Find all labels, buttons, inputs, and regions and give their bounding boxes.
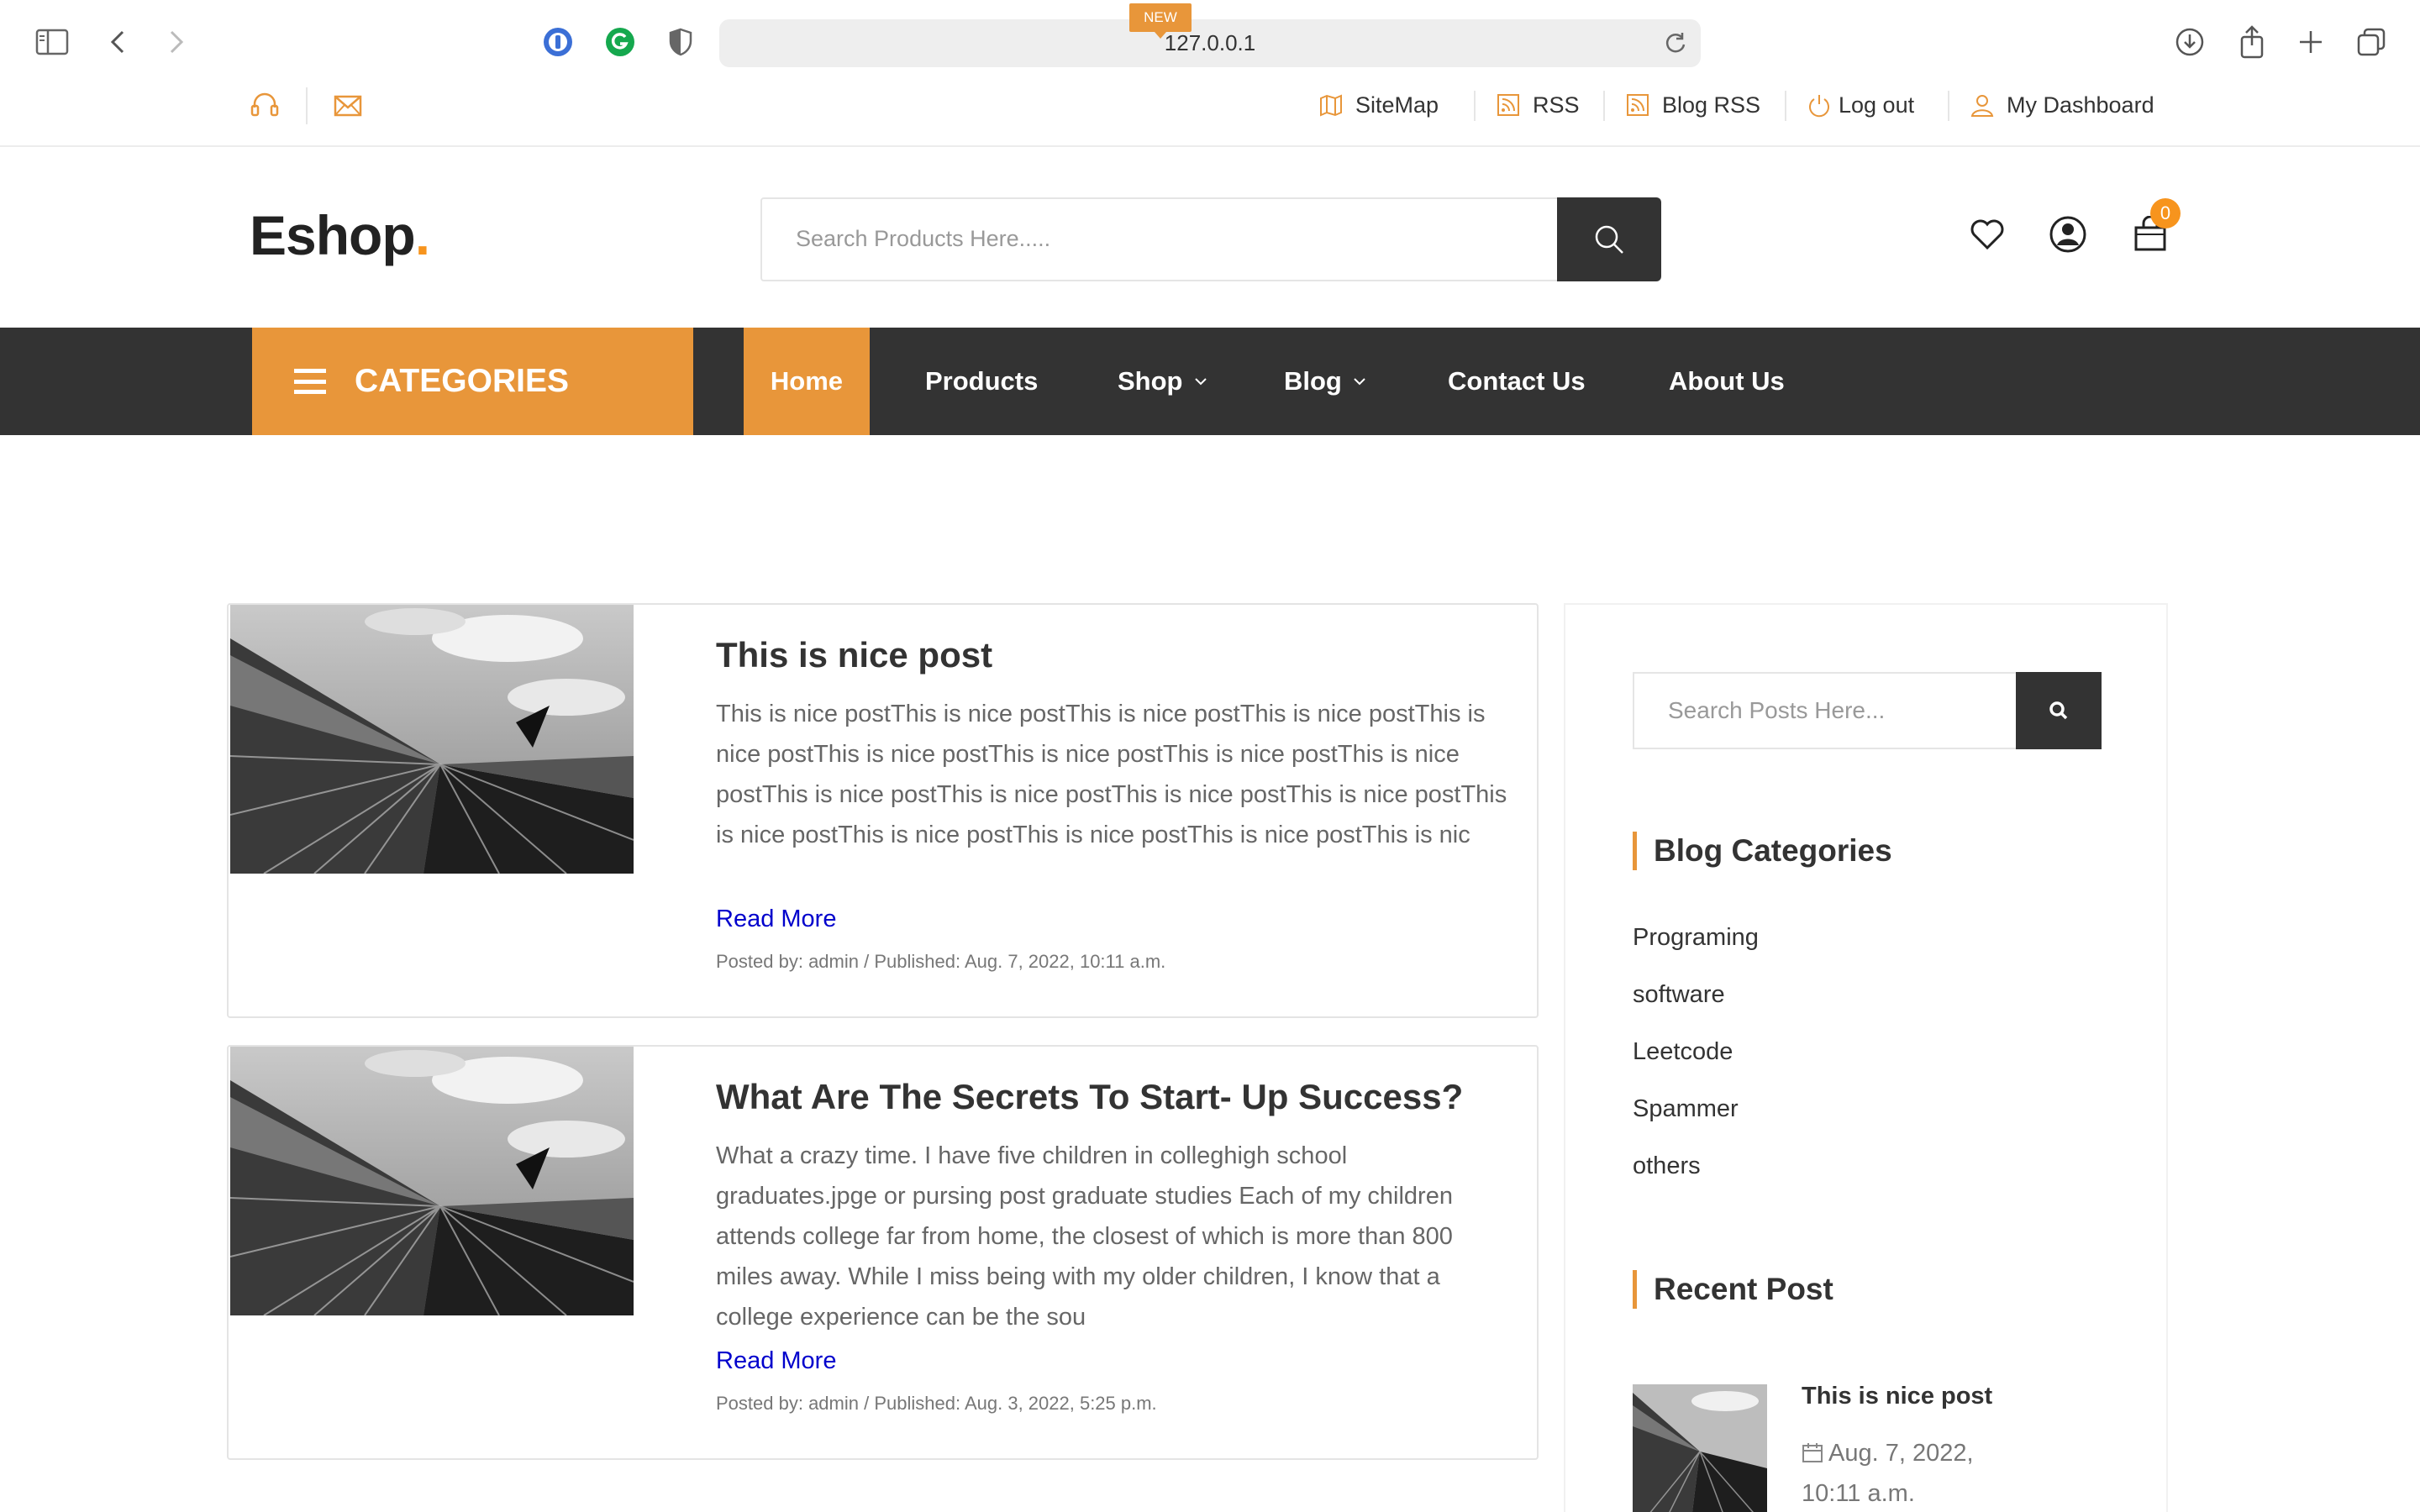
password-manager-icon[interactable] [538, 22, 578, 62]
tab-overview-icon[interactable] [2351, 22, 2391, 62]
new-badge: NEW [1129, 3, 1192, 39]
post-thumbnail[interactable] [230, 1047, 634, 1315]
sitemap-label: SiteMap [1355, 92, 1439, 118]
user-icon [1970, 95, 1994, 117]
map-icon [1320, 94, 1342, 117]
menu-icon [294, 369, 326, 394]
headset-icon[interactable] [248, 89, 281, 123]
logout-link[interactable]: Log out [1785, 84, 1915, 126]
categories-button[interactable]: CATEGORIES [252, 328, 693, 435]
post-title[interactable]: This is nice post [716, 635, 992, 675]
power-icon [1809, 95, 1829, 118]
rss-icon [1627, 94, 1649, 116]
category-link[interactable]: Programing [1633, 924, 1759, 952]
nav-blog[interactable]: Blog [1284, 328, 1367, 435]
product-search[interactable]: Search Products Here..... [760, 197, 1661, 281]
rss-link[interactable]: RSS [1474, 84, 1580, 126]
reload-icon[interactable] [1662, 29, 1689, 56]
post-search[interactable]: Search Posts Here... [1633, 672, 2102, 749]
downloads-icon[interactable] [2170, 22, 2210, 62]
divider [1474, 91, 1476, 121]
user-circle-icon [2049, 216, 2086, 253]
building-image [1633, 1384, 1767, 1512]
dashboard-link[interactable]: My Dashboard [1948, 84, 2154, 126]
search-icon [2049, 701, 2068, 720]
nav-shop[interactable]: Shop [1118, 328, 1208, 435]
chevron-down-icon [1194, 378, 1207, 386]
blog-sidebar: Search Posts Here... Blog Categories Pro… [1564, 603, 2168, 1512]
recent-post-thumbnail[interactable] [1633, 1384, 1767, 1512]
browser-chrome: 127.0.0.1 [0, 0, 2420, 84]
category-link[interactable]: others [1633, 1152, 1701, 1180]
calendar-icon [1802, 1443, 1823, 1462]
category-link[interactable]: Spammer [1633, 1095, 1739, 1123]
building-image [230, 1047, 634, 1315]
nav-products[interactable]: Products [925, 328, 1038, 435]
post-search-button[interactable] [2016, 672, 2102, 749]
divider [1603, 91, 1605, 121]
divider [1948, 91, 1949, 121]
rss-label: RSS [1533, 92, 1580, 118]
nav-blog-label: Blog [1284, 366, 1342, 396]
back-icon[interactable] [97, 22, 138, 62]
blog-categories-heading: Blog Categories [1633, 832, 1892, 870]
top-bar: SiteMap RSS Blog RSS Log out My Dashboar… [0, 84, 2420, 147]
read-more-link[interactable]: Read More [716, 906, 836, 933]
recent-post-heading: Recent Post [1633, 1270, 1833, 1309]
post-meta: Posted by: admin / Published: Aug. 7, 20… [716, 951, 1166, 972]
grammarly-icon[interactable] [600, 22, 640, 62]
nav-contact-us[interactable]: Contact Us [1448, 328, 1586, 435]
shield-icon[interactable] [660, 22, 701, 62]
post-excerpt: This is nice postThis is nice postThis i… [716, 701, 1507, 848]
sitemap-link[interactable]: SiteMap [1318, 84, 1439, 126]
sidebar-toggle-icon[interactable] [32, 22, 72, 62]
nav-products-label: Products [925, 366, 1039, 396]
chevron-down-icon [1354, 378, 1365, 386]
divider [306, 87, 308, 124]
post-thumbnail[interactable] [230, 605, 634, 874]
cart-count-badge: 0 [2150, 198, 2181, 228]
share-icon[interactable] [2232, 22, 2272, 62]
blog-rss-label: Blog RSS [1662, 92, 1761, 118]
product-search-input[interactable]: Search Products Here..... [796, 226, 1050, 252]
logout-label: Log out [1839, 92, 1915, 118]
blog-rss-link[interactable]: Blog RSS [1603, 84, 1761, 126]
nav-contact-label: Contact Us [1448, 366, 1586, 396]
site-logo[interactable]: Eshop. [250, 203, 430, 267]
address-bar[interactable]: 127.0.0.1 [719, 19, 1701, 67]
new-tab-icon[interactable] [2291, 22, 2331, 62]
forward-icon[interactable] [156, 22, 197, 62]
read-more-link[interactable]: Read More [716, 1347, 836, 1375]
post-title[interactable]: What Are The Secrets To Start- Up Succes… [716, 1077, 1463, 1117]
recent-post-date: Aug. 7, 2022, 10:11 a.m. [1802, 1433, 2037, 1512]
heart-icon [1970, 219, 2004, 250]
account-button[interactable] [2045, 212, 2091, 257]
search-icon [1595, 225, 1623, 254]
divider [1785, 91, 1786, 121]
nav-home[interactable]: Home [744, 328, 870, 435]
recent-post-title[interactable]: This is nice post [1802, 1383, 1992, 1410]
dashboard-label: My Dashboard [2007, 92, 2154, 118]
mail-icon[interactable] [331, 89, 365, 123]
blog-post-card: This is nice post This is nice postThis … [227, 603, 1539, 1018]
product-search-button[interactable] [1557, 197, 1661, 281]
nav-home-label: Home [770, 366, 844, 396]
post-search-input[interactable]: Search Posts Here... [1668, 697, 1885, 724]
recent-post-date-text: Aug. 7, 2022, 10:11 a.m. [1802, 1440, 1974, 1507]
post-meta: Posted by: admin / Published: Aug. 3, 20… [716, 1393, 1157, 1414]
wishlist-button[interactable] [1965, 212, 2010, 257]
blog-post-card: What Are The Secrets To Start- Up Succes… [227, 1045, 1539, 1460]
post-excerpt: What a crazy time. I have five children … [716, 1142, 1453, 1331]
rss-icon [1497, 94, 1519, 116]
nav-shop-label: Shop [1118, 366, 1183, 396]
category-link[interactable]: Leetcode [1633, 1038, 1733, 1066]
main-nav: CATEGORIES Home Products Shop Blog Conta… [0, 328, 2420, 435]
category-link[interactable]: software [1633, 981, 1725, 1009]
categories-label: CATEGORIES [355, 363, 569, 399]
building-image [230, 605, 634, 874]
url-text: 127.0.0.1 [1164, 30, 1256, 55]
nav-about-label: About Us [1669, 366, 1785, 396]
nav-about-us[interactable]: About Us [1669, 328, 1785, 435]
